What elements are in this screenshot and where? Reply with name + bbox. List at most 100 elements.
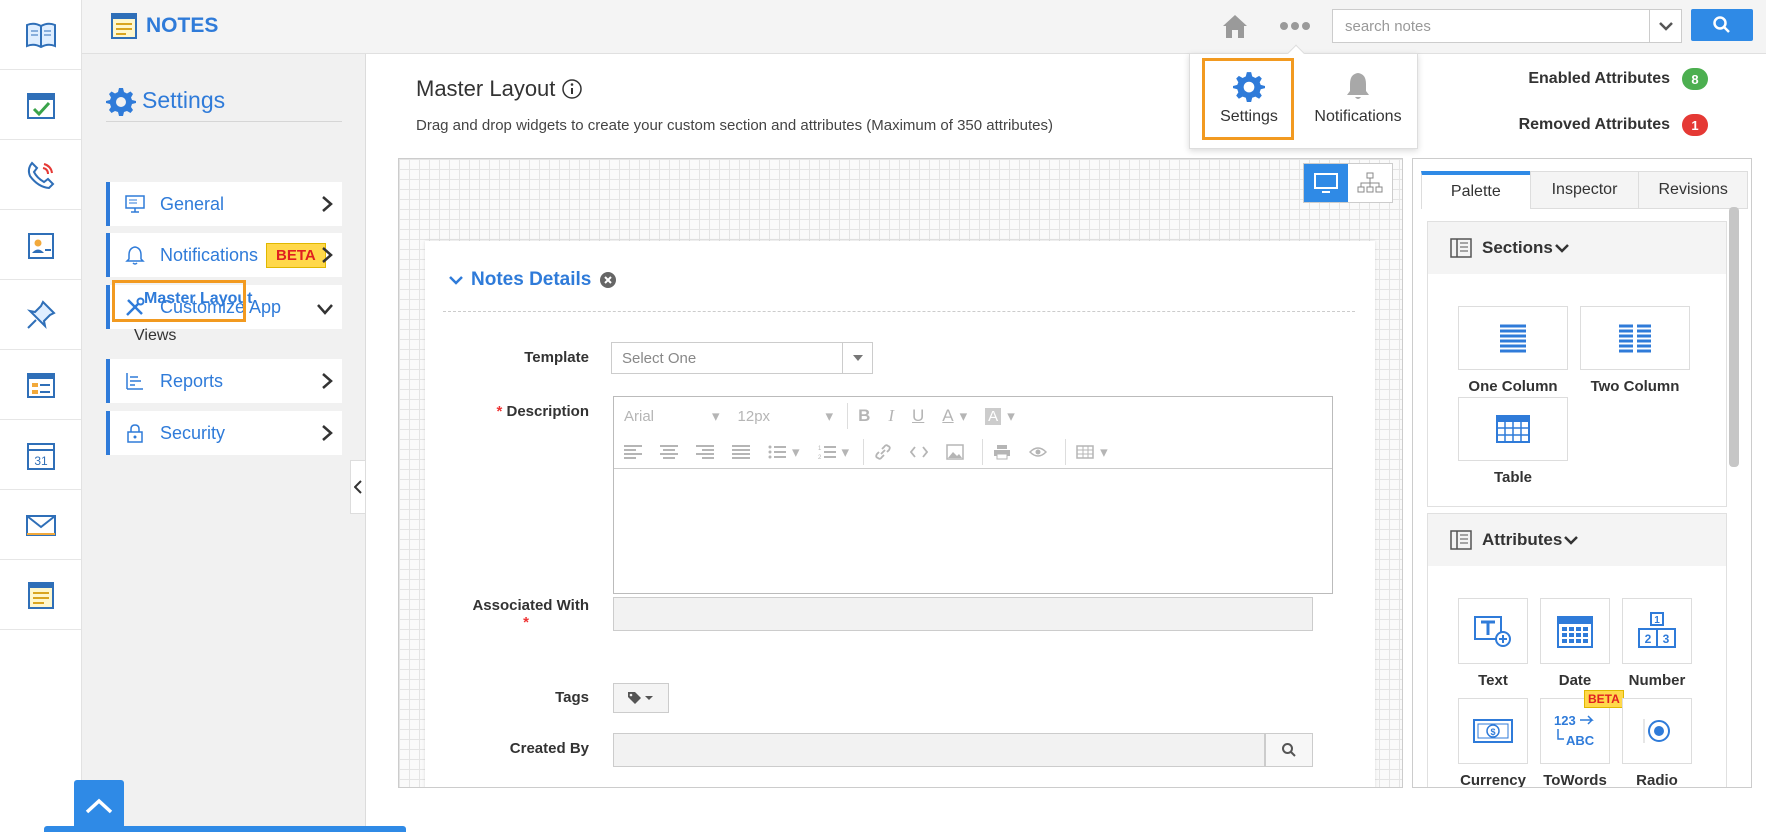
attributes-header[interactable]: Attributes (1428, 514, 1726, 566)
svg-text:2: 2 (818, 455, 822, 460)
tab-revisions[interactable]: Revisions (1638, 171, 1749, 209)
search-filter-dropdown[interactable] (1649, 10, 1681, 42)
section-card[interactable]: Notes Details Template Select One * Desc… (425, 241, 1375, 787)
widget-table[interactable]: Table (1458, 397, 1568, 486)
numbered-list-icon[interactable]: 12 (818, 444, 836, 460)
sidebar-item-security[interactable]: Security (106, 411, 342, 455)
chevron-down-icon[interactable] (449, 275, 463, 285)
associated-with-field[interactable] (613, 597, 1313, 631)
bell-icon (125, 246, 145, 265)
bold-button[interactable]: B (858, 406, 870, 426)
rail-item-tasks[interactable] (0, 70, 81, 140)
dropdown-arrow-icon (842, 343, 872, 373)
home-icon[interactable] (1219, 10, 1251, 42)
background-color-button[interactable]: A (985, 407, 1002, 425)
widget-label: ToWords (1543, 772, 1607, 788)
image-icon[interactable] (946, 444, 964, 460)
chevron-right-icon (322, 247, 333, 263)
rail-item-mail[interactable] (0, 490, 81, 560)
associated-with-label: Associated With (472, 597, 589, 614)
canvas-scrollbar[interactable] (1402, 204, 1403, 788)
sidebar-item-general[interactable]: General (106, 182, 342, 226)
print-icon[interactable] (993, 444, 1011, 460)
editor-toolbar: Arial ▾ 12px ▾ B I U A ▾ A ▾ ▾ 1 2 ▾ ▾ (614, 397, 1332, 469)
gear-icon (106, 87, 136, 116)
layout-canvas[interactable]: Notes Details Template Select One * Desc… (398, 158, 1403, 788)
palette-scrollbar[interactable] (1729, 207, 1739, 787)
font-color-button[interactable]: A (942, 406, 953, 426)
preview-icon[interactable] (1029, 445, 1048, 459)
widget-currency[interactable]: $ Currency (1458, 698, 1528, 787)
more-options-icon[interactable] (1278, 16, 1312, 36)
widget-tile: $ (1458, 698, 1528, 764)
sidebar-subitem-views[interactable]: Views (134, 327, 176, 345)
created-by-field[interactable] (613, 733, 1265, 767)
widget-date[interactable]: Date (1540, 598, 1610, 689)
toolbar-separator (863, 439, 865, 465)
align-left-icon[interactable] (624, 445, 642, 459)
tab-palette[interactable]: Palette (1421, 171, 1531, 209)
search-input[interactable] (1333, 10, 1649, 42)
table-icon (1496, 415, 1530, 443)
created-by-label: Created By (509, 740, 589, 757)
scrollbar-thumb[interactable] (1402, 204, 1403, 554)
widget-number[interactable]: 123 Number (1622, 598, 1692, 689)
enabled-count-badge: 8 (1682, 68, 1708, 90)
info-icon[interactable] (561, 78, 583, 100)
popup-notifications-item[interactable]: Notifications (1304, 58, 1412, 138)
widget-towords[interactable]: 123 ABC ToWords (1540, 698, 1610, 788)
collapse-sidebar-button[interactable] (350, 460, 366, 514)
top-bar: NOTES (82, 0, 1766, 54)
sidebar-item-reports[interactable]: Reports (106, 359, 342, 403)
widget-radio[interactable]: Radio (1622, 698, 1692, 787)
tree-view-button[interactable] (1348, 164, 1392, 202)
scroll-to-top-button[interactable] (74, 780, 124, 832)
align-right-icon[interactable] (696, 445, 714, 459)
remove-section-icon[interactable] (599, 271, 617, 289)
tags-dropdown-button[interactable] (613, 683, 669, 713)
tab-inspector[interactable]: Inspector (1529, 171, 1640, 209)
to-words-glyph: ABC (1566, 733, 1595, 748)
rail-item-contacts[interactable] (0, 210, 81, 280)
rail-item-knowledge[interactable] (0, 0, 81, 70)
table-icon[interactable] (1076, 445, 1094, 459)
align-center-icon[interactable] (660, 445, 678, 459)
desktop-view-button[interactable] (1304, 164, 1348, 202)
phone-icon (27, 161, 54, 189)
rail-item-forms[interactable] (0, 350, 81, 420)
bullet-list-icon[interactable] (768, 445, 786, 459)
created-by-lookup-button[interactable] (1265, 733, 1313, 767)
chevron-right-icon (322, 373, 333, 389)
widget-tile (1458, 306, 1568, 370)
italic-button[interactable]: I (888, 406, 894, 426)
font-family-select[interactable]: Arial (624, 408, 694, 425)
rail-item-calls[interactable] (0, 140, 81, 210)
sidebar-item-notifications[interactable]: Notifications BETA (106, 233, 342, 277)
underline-button[interactable]: U (912, 406, 924, 426)
widget-one-column[interactable]: One Column (1458, 306, 1568, 395)
scrollbar-thumb[interactable] (1729, 207, 1739, 467)
sections-header[interactable]: Sections (1428, 222, 1726, 274)
tag-icon (628, 692, 653, 704)
widget-two-column[interactable]: Two Column (1580, 306, 1690, 395)
align-justify-icon[interactable] (732, 445, 750, 459)
search-button[interactable] (1691, 9, 1753, 41)
rail-item-pins[interactable] (0, 280, 81, 350)
chevron-left-icon (354, 480, 362, 494)
lock-icon (127, 424, 143, 443)
one-column-icon (1500, 324, 1526, 353)
code-icon[interactable] (910, 445, 929, 459)
removed-attributes-label: Removed Attributes (1518, 116, 1670, 133)
rail-item-notes[interactable] (0, 560, 81, 630)
description-editor[interactable]: Arial ▾ 12px ▾ B I U A ▾ A ▾ ▾ 1 2 ▾ ▾ (613, 396, 1333, 594)
rail-item-calendar[interactable]: 31 (0, 420, 81, 490)
number-glyph: 3 (1663, 632, 1670, 646)
font-size-select[interactable]: 12px (738, 408, 808, 425)
sidebar-item-label: Notifications (160, 244, 259, 265)
link-icon[interactable] (874, 443, 892, 461)
template-select[interactable]: Select One (611, 342, 873, 374)
chevron-down-icon (1564, 536, 1579, 545)
svg-text:31: 31 (34, 454, 48, 468)
widget-text[interactable]: Text (1458, 598, 1528, 689)
widget-label: Number (1628, 672, 1686, 689)
